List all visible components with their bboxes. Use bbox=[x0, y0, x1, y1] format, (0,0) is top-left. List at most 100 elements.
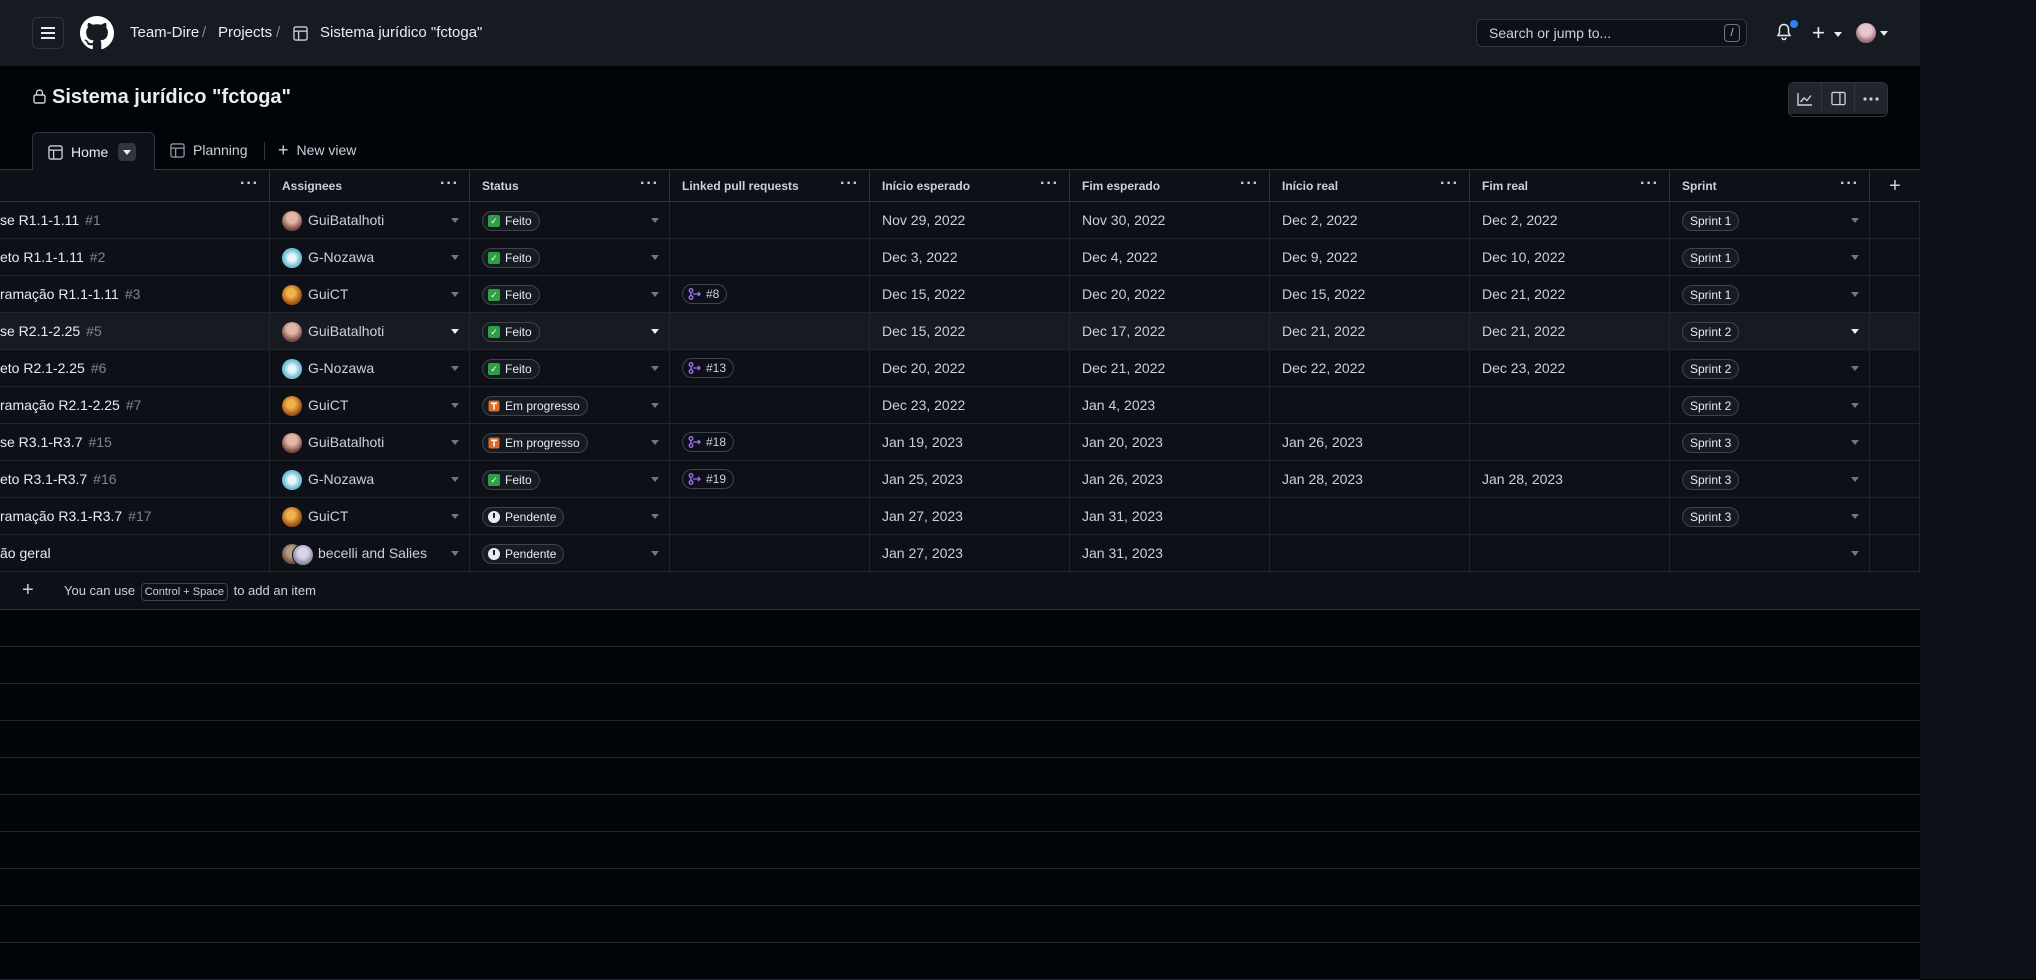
chevron-down-icon[interactable] bbox=[651, 292, 659, 297]
column-menu-icon[interactable]: ··· bbox=[640, 175, 659, 193]
cell-sprint[interactable]: Sprint 1 bbox=[1670, 276, 1870, 313]
cell-end-real[interactable] bbox=[1470, 498, 1670, 535]
table-row[interactable]: se R2.1-2.25 #5 GuiBatalhoti ✓ Feito Dec 15, … bbox=[0, 313, 1920, 350]
cell-start[interactable]: Jan 25, 2023 bbox=[870, 461, 1070, 498]
pull-request-link[interactable]: #13 bbox=[682, 358, 735, 378]
cell-status[interactable]: ✓ Feito bbox=[470, 276, 670, 313]
breadcrumb-org[interactable]: Team-Dire bbox=[130, 24, 199, 41]
cell-sprint[interactable]: Sprint 3 bbox=[1670, 461, 1870, 498]
chevron-down-icon[interactable] bbox=[451, 403, 459, 408]
cell-start-real[interactable]: Dec 9, 2022 bbox=[1270, 239, 1470, 276]
column-menu-icon[interactable]: ··· bbox=[840, 175, 859, 193]
cell-sprint[interactable]: Sprint 2 bbox=[1670, 313, 1870, 350]
plus-icon[interactable]: + bbox=[22, 579, 34, 602]
column-header-fim-real[interactable]: Fim real ··· bbox=[1470, 170, 1670, 202]
table-row[interactable]: eto R3.1-R3.7 #16 G-Nozawa ✓ Feito #19 Jan 25,… bbox=[0, 461, 1920, 498]
item-title-link[interactable]: eto R3.1-R3.7 #16 bbox=[0, 471, 117, 487]
chevron-down-icon[interactable] bbox=[651, 329, 659, 334]
cell-status[interactable]: ✓ Feito bbox=[470, 202, 670, 239]
cell-end-real[interactable] bbox=[1470, 535, 1670, 572]
chevron-down-icon[interactable] bbox=[1851, 514, 1859, 519]
cell-end[interactable]: Jan 31, 2023 bbox=[1070, 498, 1270, 535]
column-header-inicio-esperado[interactable]: Início esperado ··· bbox=[870, 170, 1070, 202]
column-menu-icon[interactable]: ··· bbox=[1240, 175, 1259, 193]
cell-sprint[interactable] bbox=[1670, 535, 1870, 572]
chevron-down-icon[interactable] bbox=[451, 329, 459, 334]
cell-end-real[interactable]: Jan 28, 2023 bbox=[1470, 461, 1670, 498]
item-title-link[interactable]: eto R2.1-2.25 #6 bbox=[0, 360, 106, 376]
cell-start-real[interactable] bbox=[1270, 387, 1470, 424]
cell-assignees[interactable]: becelli and Salies bbox=[270, 535, 470, 572]
chevron-down-icon[interactable] bbox=[1851, 366, 1859, 371]
cell-start-real[interactable]: Jan 28, 2023 bbox=[1270, 461, 1470, 498]
cell-start[interactable]: Jan 19, 2023 bbox=[870, 424, 1070, 461]
item-title-link[interactable]: ramação R1.1-1.11 #3 bbox=[0, 286, 140, 302]
pull-request-link[interactable]: #19 bbox=[682, 469, 735, 489]
cell-linked-prs[interactable] bbox=[670, 498, 870, 535]
cell-end[interactable]: Dec 4, 2022 bbox=[1070, 239, 1270, 276]
item-title-link[interactable]: se R2.1-2.25 #5 bbox=[0, 323, 102, 339]
cell-start[interactable]: Jan 27, 2023 bbox=[870, 535, 1070, 572]
chevron-down-icon[interactable] bbox=[1851, 440, 1859, 445]
cell-linked-prs[interactable]: #18 bbox=[670, 424, 870, 461]
column-menu-icon[interactable]: ··· bbox=[1440, 175, 1459, 193]
cell-linked-prs[interactable] bbox=[670, 535, 870, 572]
breadcrumb-project[interactable]: Sistema jurídico "fctoga" bbox=[320, 24, 482, 41]
chevron-down-icon[interactable] bbox=[651, 551, 659, 556]
column-header-fim-esperado[interactable]: Fim esperado ··· bbox=[1070, 170, 1270, 202]
tab-planning[interactable]: Planning bbox=[170, 132, 248, 168]
cell-start-real[interactable] bbox=[1270, 498, 1470, 535]
chevron-down-icon[interactable] bbox=[651, 218, 659, 223]
cell-start[interactable]: Dec 23, 2022 bbox=[870, 387, 1070, 424]
user-avatar[interactable] bbox=[1856, 23, 1876, 43]
item-title-link[interactable]: ão geral bbox=[0, 545, 57, 561]
cell-end[interactable]: Dec 21, 2022 bbox=[1070, 350, 1270, 387]
cell-assignees[interactable]: GuiCT bbox=[270, 498, 470, 535]
cell-assignees[interactable]: GuiBatalhoti bbox=[270, 313, 470, 350]
table-row[interactable]: ramação R1.1-1.11 #3 GuiCT ✓ Feito #8 Dec 15, … bbox=[0, 276, 1920, 313]
cell-start[interactable]: Dec 3, 2022 bbox=[870, 239, 1070, 276]
chevron-down-icon[interactable] bbox=[651, 255, 659, 260]
table-row[interactable]: ramação R3.1-R3.7 #17 GuiCT Pendente Jan 27,… bbox=[0, 498, 1920, 535]
cell-status[interactable]: ✓ Feito bbox=[470, 461, 670, 498]
cell-end[interactable]: Jan 31, 2023 bbox=[1070, 535, 1270, 572]
column-menu-icon[interactable]: ··· bbox=[1640, 175, 1659, 193]
cell-status[interactable]: Pendente bbox=[470, 535, 670, 572]
cell-end-real[interactable] bbox=[1470, 424, 1670, 461]
cell-start-real[interactable]: Jan 26, 2023 bbox=[1270, 424, 1470, 461]
more-options-button[interactable] bbox=[1855, 83, 1887, 114]
create-new-button[interactable]: + bbox=[1812, 20, 1842, 46]
cell-end[interactable]: Jan 20, 2023 bbox=[1070, 424, 1270, 461]
cell-linked-prs[interactable]: #8 bbox=[670, 276, 870, 313]
github-logo-icon[interactable] bbox=[80, 16, 114, 50]
table-row[interactable]: se R3.1-R3.7 #15 GuiBatalhoti Em progresso #… bbox=[0, 424, 1920, 461]
cell-linked-prs[interactable]: #13 bbox=[670, 350, 870, 387]
chevron-down-icon[interactable] bbox=[451, 514, 459, 519]
item-title-link[interactable]: ramação R3.1-R3.7 #17 bbox=[0, 508, 152, 524]
chevron-down-icon[interactable] bbox=[651, 477, 659, 482]
cell-linked-prs[interactable] bbox=[670, 387, 870, 424]
chevron-down-icon[interactable] bbox=[451, 477, 459, 482]
cell-start-real[interactable]: Dec 2, 2022 bbox=[1270, 202, 1470, 239]
cell-assignees[interactable]: GuiBatalhoti bbox=[270, 424, 470, 461]
cell-assignees[interactable]: G-Nozawa bbox=[270, 461, 470, 498]
view-options-button[interactable] bbox=[118, 143, 137, 161]
cell-start[interactable]: Dec 15, 2022 bbox=[870, 313, 1070, 350]
cell-title[interactable]: ramação R2.1-2.25 #7 bbox=[0, 387, 270, 424]
table-row[interactable]: eto R1.1-1.11 #2 G-Nozawa ✓ Feito Dec 3, 2022… bbox=[0, 239, 1920, 276]
cell-sprint[interactable]: Sprint 1 bbox=[1670, 239, 1870, 276]
item-title-link[interactable]: se R1.1-1.11 #1 bbox=[0, 212, 101, 228]
cell-end-real[interactable]: Dec 21, 2022 bbox=[1470, 276, 1670, 313]
tab-home[interactable]: Home bbox=[32, 132, 155, 171]
table-row[interactable]: ramação R2.1-2.25 #7 GuiCT Em progresso Dec … bbox=[0, 387, 1920, 424]
chevron-down-icon[interactable] bbox=[1851, 218, 1859, 223]
cell-start-real[interactable]: Dec 22, 2022 bbox=[1270, 350, 1470, 387]
cell-status[interactable]: ✓ Feito bbox=[470, 350, 670, 387]
chevron-down-icon[interactable] bbox=[451, 292, 459, 297]
column-header-linked-prs[interactable]: Linked pull requests ··· bbox=[670, 170, 870, 202]
cell-title[interactable]: se R3.1-R3.7 #15 bbox=[0, 424, 270, 461]
cell-end-real[interactable]: Dec 2, 2022 bbox=[1470, 202, 1670, 239]
column-menu-icon[interactable]: ··· bbox=[1840, 175, 1859, 193]
cell-start-real[interactable]: Dec 15, 2022 bbox=[1270, 276, 1470, 313]
chevron-down-icon[interactable] bbox=[1851, 292, 1859, 297]
